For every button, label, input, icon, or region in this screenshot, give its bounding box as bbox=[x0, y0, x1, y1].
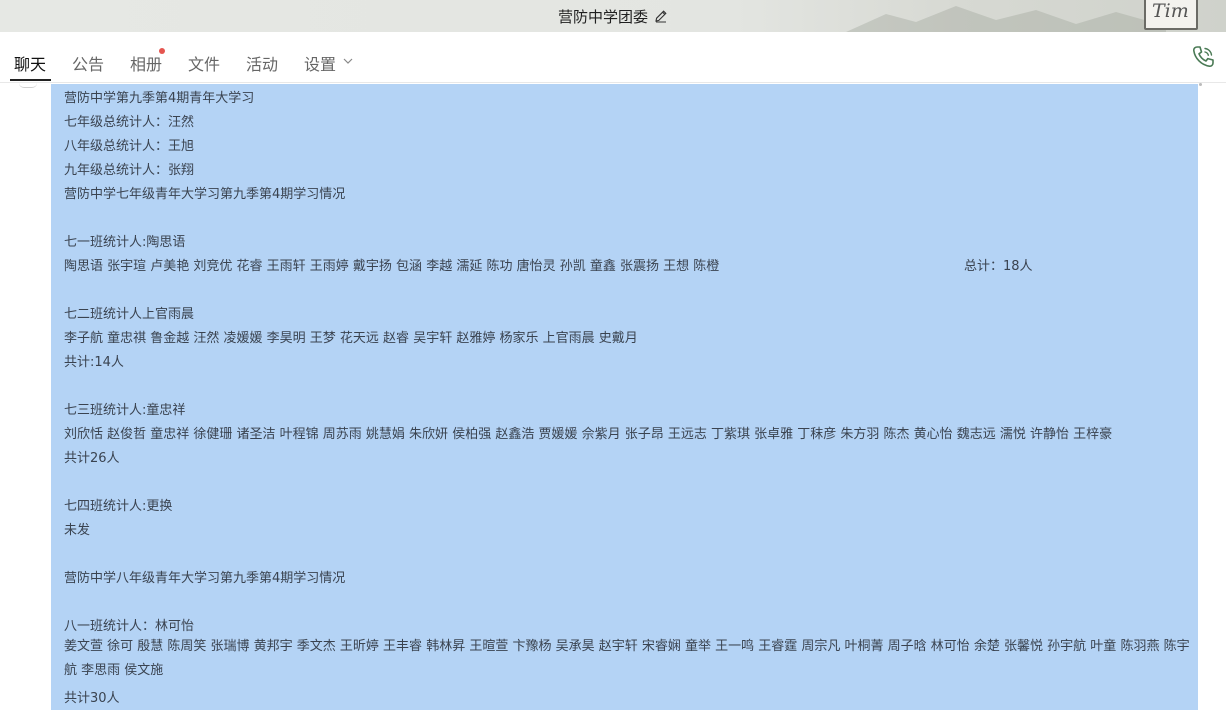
tab-bar: 聊天 公告 相册 文件 活动 设置 bbox=[0, 32, 1226, 83]
message-line: 七二班统计人上官雨晨 bbox=[64, 307, 195, 322]
message-bubble[interactable]: 营防中学第九季第4期青年大学习 七年级总统计人：汪然 八年级总统计人：王旭 九年… bbox=[51, 84, 1198, 710]
chat-area[interactable]: 营防中学第九季第4期青年大学习 七年级总统计人：汪然 八年级总统计人：王旭 九年… bbox=[0, 83, 1226, 710]
message-line: 七四班统计人:更换 bbox=[64, 499, 173, 514]
album-badge-dot bbox=[159, 48, 165, 54]
message-line: 营防中学第九季第4期青年大学习 bbox=[64, 91, 255, 106]
tab-files[interactable]: 文件 bbox=[188, 51, 220, 75]
group-title: 营防中学团委 bbox=[557, 7, 648, 26]
app-logo-text: Tim bbox=[1152, 0, 1189, 22]
app-logo: Tim bbox=[1144, 0, 1198, 30]
message-status-dot bbox=[1199, 83, 1202, 86]
message-line: 共计26人 bbox=[64, 451, 120, 466]
message-line: 营防中学七年级青年大学习第九季第4期学习情况 bbox=[64, 187, 346, 202]
message-line: 李子航 童忠祺 鲁金越 汪然 凌媛媛 李昊明 王梦 花天远 赵睿 吴宇轩 赵雅婷… bbox=[64, 331, 638, 346]
message-line: 八年级总统计人：王旭 bbox=[64, 139, 195, 154]
class-total: 总计：18人 bbox=[964, 259, 1033, 274]
message-line: 共计:14人 bbox=[64, 355, 124, 370]
tab-settings[interactable]: 设置 bbox=[304, 51, 336, 75]
tab-announcement[interactable]: 公告 bbox=[72, 51, 104, 75]
title-bar: 营防中学团委 Tim bbox=[0, 0, 1226, 32]
message-line: 九年级总统计人：张翔 bbox=[64, 163, 195, 178]
active-tab-indicator bbox=[10, 79, 51, 81]
message-line: 营防中学八年级青年大学习第九季第4期学习情况 bbox=[64, 571, 346, 586]
message-line: 八一班统计人：林可怡 bbox=[64, 619, 195, 634]
message-line: 刘欣恬 赵俊哲 童忠祥 徐健珊 诸圣洁 叶程锦 周苏雨 姚慧娟 朱欣妍 侯柏强 … bbox=[64, 427, 1113, 442]
sender-avatar bbox=[19, 83, 37, 88]
message-line: 共计30人 bbox=[64, 691, 120, 706]
tab-activity[interactable]: 活动 bbox=[246, 51, 278, 75]
message-line: 陶思语 张宇瑄 卢美艳 刘竞优 花睿 王雨轩 王雨婷 戴宇扬 包涵 李越 濡延 … bbox=[64, 259, 720, 274]
phone-icon[interactable] bbox=[1190, 44, 1216, 70]
message-line: 七一班统计人:陶思语 bbox=[64, 235, 186, 250]
message-line: 未发 bbox=[64, 523, 91, 538]
chevron-down-icon[interactable] bbox=[343, 57, 353, 65]
pencil-icon[interactable] bbox=[654, 9, 668, 23]
tab-album[interactable]: 相册 bbox=[130, 51, 162, 75]
message-line: 姜文萱 徐可 殷慧 陈周笑 张瑞博 黄邦宇 季文杰 王昕婷 王丰睿 韩林昇 王暄… bbox=[64, 639, 1190, 678]
message-line: 七年级总统计人：汪然 bbox=[64, 115, 195, 130]
message-line: 七三班统计人:童忠祥 bbox=[64, 403, 186, 418]
tab-chat[interactable]: 聊天 bbox=[14, 51, 46, 75]
